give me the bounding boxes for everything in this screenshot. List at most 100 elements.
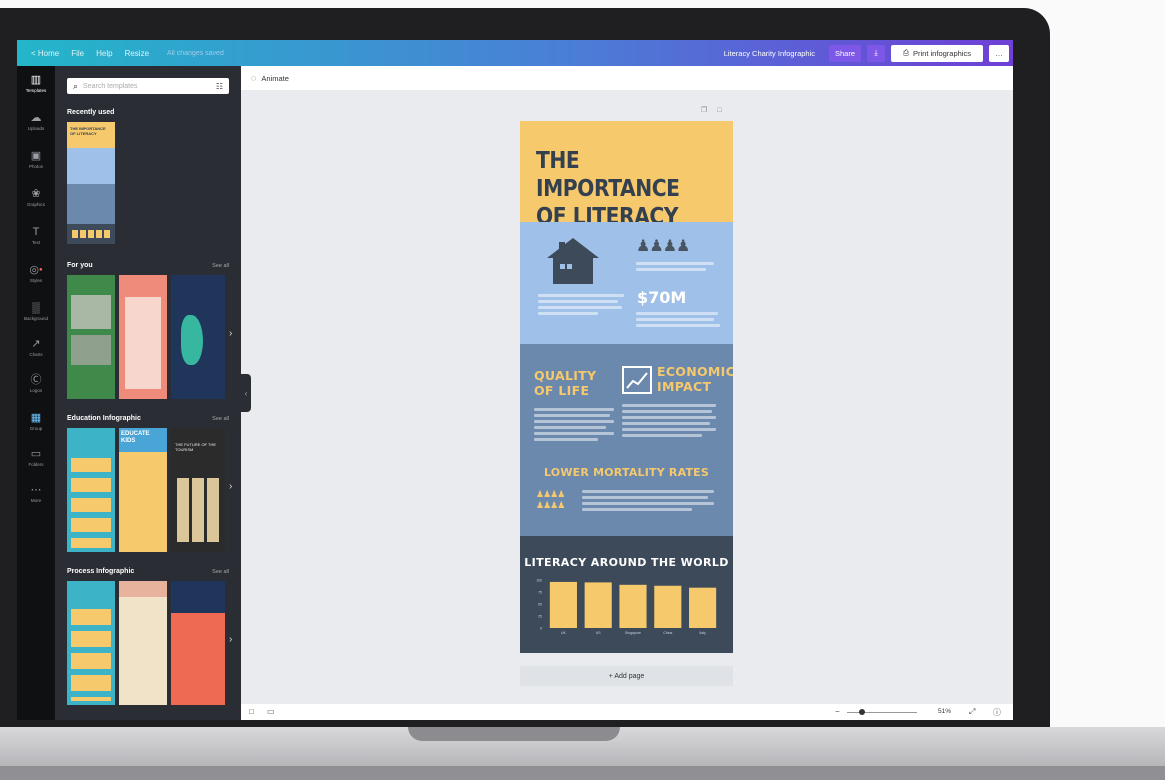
thumb-rows xyxy=(71,609,111,701)
rail-item-logos[interactable]: Ⓒ Logos xyxy=(17,374,55,393)
download-button[interactable]: ⤓ xyxy=(867,44,885,62)
template-thumb-for-you-2[interactable] xyxy=(119,275,167,399)
template-thumb-process-1[interactable] xyxy=(67,581,115,705)
document-title[interactable]: Literacy Charity Infographic xyxy=(724,49,815,58)
thumb-title: THE FUTURE OF THE TOURISM xyxy=(175,442,217,452)
folder-icon: ▭ xyxy=(30,448,42,460)
thumb-title: THE IMPORTANCE OF LITERACY xyxy=(70,126,106,136)
see-all-education[interactable]: See all xyxy=(212,416,229,422)
see-all-for-you[interactable]: See all xyxy=(212,263,229,269)
upload-icon: ☁ xyxy=(30,112,42,124)
rail-item-uploads[interactable]: ☁ Uploads xyxy=(17,112,55,131)
comment-icon[interactable]: ▭ xyxy=(267,707,275,716)
body-text-line xyxy=(582,490,714,493)
people-grid-icon: ♟♟♟♟ ♟♟♟♟ xyxy=(536,489,565,510)
bar-uk[interactable] xyxy=(549,581,577,628)
y-tick-label: 75 xyxy=(538,591,542,595)
chart-icon: ↗ xyxy=(31,338,41,350)
template-thumb-for-you-1[interactable] xyxy=(67,275,115,399)
nav-resize[interactable]: Resize xyxy=(125,49,149,58)
template-thumb-for-you-3[interactable] xyxy=(171,275,225,399)
chevron-right-icon[interactable]: › xyxy=(229,634,232,645)
zoom-slider-handle[interactable] xyxy=(859,709,865,715)
zoom-level[interactable]: 51% xyxy=(938,708,951,715)
duplicate-page-icon[interactable]: ❐ xyxy=(701,107,707,114)
rail-label: Styles xyxy=(29,278,43,283)
body-text-line xyxy=(538,294,624,297)
nav-home[interactable]: < Home xyxy=(31,49,59,58)
body-text-line xyxy=(538,312,598,315)
template-search[interactable]: ⌕ Search templates ☷ xyxy=(67,78,229,94)
bar-singapore[interactable] xyxy=(619,584,647,628)
rail-item-charts[interactable]: ↗ Charts xyxy=(17,338,55,357)
infographic-canvas[interactable]: THE IMPORTANCE OF LITERACY ♟♟♟♟ $70M QUA… xyxy=(520,121,733,653)
collapse-panel-button[interactable]: ‹ xyxy=(241,374,251,412)
y-tick-label: 100 xyxy=(536,579,542,583)
rail-label: Folders xyxy=(28,462,44,467)
family-icon: ♟♟♟♟ xyxy=(636,238,690,255)
see-all-process[interactable]: See all xyxy=(212,569,229,575)
bar-us[interactable] xyxy=(584,582,612,628)
zoom-slider[interactable] xyxy=(847,712,917,713)
app-screen: < Home File Help Resize All changes save… xyxy=(17,40,1013,720)
impact-section: QUALITY OF LIFE ECONOMIC IMPACT LOWER MO… xyxy=(520,344,733,544)
nav-help[interactable]: Help xyxy=(96,49,112,58)
rail-item-templates[interactable]: ▥ Templates xyxy=(17,74,55,93)
rail-item-text[interactable]: T Text xyxy=(17,226,55,245)
rail-item-photos[interactable]: ▣ Photos xyxy=(17,150,55,169)
x-tick-label: UK xyxy=(561,631,567,635)
rail-item-folders[interactable]: ▭ Folders xyxy=(17,448,55,467)
economic-heading[interactable]: ECONOMIC IMPACT xyxy=(657,364,733,394)
logo-icon: Ⓒ xyxy=(30,374,42,386)
thumb-photo xyxy=(71,335,111,365)
quality-heading[interactable]: QUALITY OF LIFE xyxy=(534,368,606,398)
add-page-button[interactable]: + Add page xyxy=(520,666,733,686)
world-heading[interactable]: LITERACY AROUND THE WORLD xyxy=(520,556,733,569)
x-tick-label: Italy xyxy=(699,631,706,635)
rail-item-graphics[interactable]: ❀ Graphics xyxy=(17,188,55,207)
nav-file[interactable]: File xyxy=(71,49,84,58)
template-thumb-process-3[interactable] xyxy=(171,581,225,705)
rail-label: Charts xyxy=(29,352,43,357)
chevron-right-icon[interactable]: › xyxy=(229,328,232,339)
help-icon[interactable]: ⓘ xyxy=(993,707,1001,718)
bar-italy[interactable] xyxy=(689,587,717,628)
thumb-title: EDUCATE KIDS xyxy=(121,431,150,444)
add-page-icon[interactable]: □ xyxy=(717,107,721,114)
chevron-right-icon[interactable]: › xyxy=(229,481,232,492)
rail-item-more[interactable]: ⋯ More xyxy=(17,484,55,503)
template-thumb-education-2[interactable]: EDUCATE KIDS xyxy=(119,428,167,552)
more-options-button[interactable]: … xyxy=(989,44,1009,62)
notes-icon[interactable]: □ xyxy=(249,707,254,716)
zoom-out-icon[interactable]: − xyxy=(835,707,840,716)
body-text-line xyxy=(636,324,720,327)
y-tick-label: 0 xyxy=(540,627,542,631)
bar-china[interactable] xyxy=(654,585,682,628)
template-thumb-education-1[interactable] xyxy=(67,428,115,552)
template-thumb-process-2[interactable] xyxy=(119,581,167,705)
mortality-heading[interactable]: LOWER MORTALITY RATES xyxy=(520,466,733,479)
laptop-base-shadow xyxy=(0,766,1165,780)
laptop-frame: < Home File Help Resize All changes save… xyxy=(0,0,1165,780)
template-thumb-recent[interactable]: THE IMPORTANCE OF LITERACY xyxy=(67,122,115,244)
y-tick-label: 25 xyxy=(538,615,542,619)
literacy-bar-chart[interactable]: 0 25 50 75 100 UK US Singapore China Italy xyxy=(520,576,733,648)
rail-item-background[interactable]: ▒ Background xyxy=(17,302,55,321)
search-input[interactable]: Search templates xyxy=(83,83,216,90)
rail-label: More xyxy=(30,498,42,503)
stat-value[interactable]: $70M xyxy=(637,288,686,307)
fullscreen-icon[interactable]: ⤢ xyxy=(969,707,975,717)
animate-button[interactable]: Animate xyxy=(261,74,289,83)
rail-item-group[interactable]: ▦ Group xyxy=(17,412,55,431)
thumb-header xyxy=(171,581,225,613)
animate-icon[interactable]: ◌ xyxy=(251,73,256,83)
share-button[interactable]: Share xyxy=(829,44,861,62)
print-button[interactable]: ⎙ Print infographics xyxy=(891,44,983,62)
template-thumb-education-3[interactable]: THE FUTURE OF THE TOURISM xyxy=(171,428,225,552)
filter-icon[interactable]: ☷ xyxy=(216,82,223,91)
infographic-title[interactable]: THE IMPORTANCE OF LITERACY xyxy=(536,147,703,231)
rail-item-styles[interactable]: ◎● Styles xyxy=(17,264,55,283)
print-button-label: Print infographics xyxy=(913,48,971,58)
more-icon: ⋯ xyxy=(30,484,42,496)
page-tools: ❐ □ xyxy=(701,106,732,114)
